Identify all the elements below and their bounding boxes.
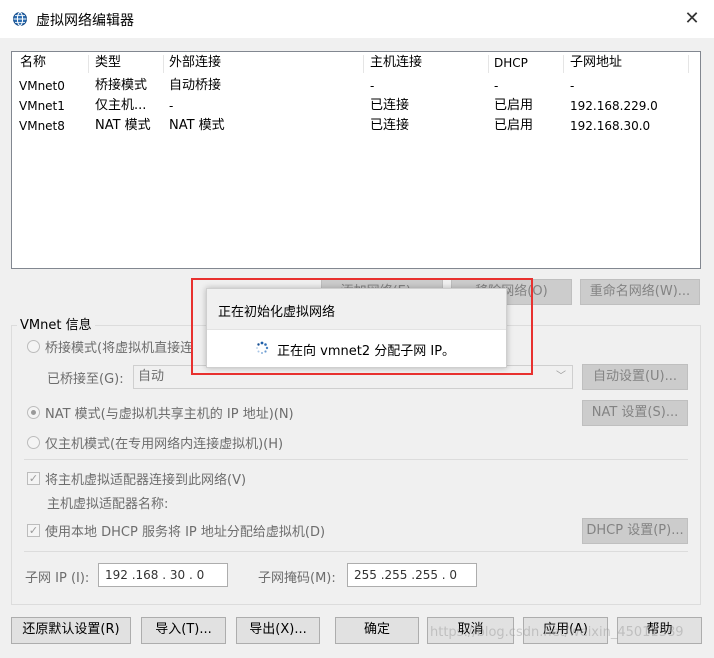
nat-label: NAT 模式(与虚拟机共享主机的 IP 地址)(N) — [45, 407, 294, 422]
chevron-down-icon: ﹀ — [556, 371, 566, 382]
dhcp-label: 使用本地 DHCP 服务将 IP 地址分配给虚拟机(D) — [45, 525, 326, 540]
rename-network-button[interactable]: 重命名网络(W)... — [580, 279, 700, 305]
cell-dhcp: 已启用 — [494, 98, 534, 113]
highlight-box — [191, 278, 533, 375]
globe-icon — [13, 12, 27, 26]
ok-button[interactable]: 确定 — [335, 617, 419, 644]
cell-type: 仅主机... — [95, 98, 147, 113]
dhcp-checkbox[interactable]: ✓ — [27, 524, 40, 537]
hostonly-label: 仅主机模式(在专用网络内连接虚拟机)(H) — [45, 437, 284, 452]
cell-type: NAT 模式 — [95, 118, 151, 133]
connect-adapter-checkbox[interactable]: ✓ — [27, 472, 40, 485]
cell-external: NAT 模式 — [169, 118, 225, 133]
cell-external: 自动桥接 — [169, 78, 222, 93]
bridged-label: 桥接模式(将虚拟机直接连 — [45, 341, 194, 356]
network-table[interactable]: 名称 类型 外部连接 主机连接 DHCP 子网地址 VMnet0 桥接模式 自动… — [11, 51, 701, 269]
connect-adapter-label: 将主机虚拟适配器连接到此网络(V) — [45, 473, 247, 488]
cell-type: 桥接模式 — [95, 78, 148, 93]
cell-dhcp: 已启用 — [494, 118, 534, 133]
cell-external: - — [169, 99, 174, 113]
cell-subnet: - — [570, 79, 575, 93]
cell-subnet: 192.168.229.0 — [570, 99, 658, 113]
column-header-host[interactable]: 主机连接 — [370, 52, 422, 74]
table-row[interactable]: VMnet1 仅主机... - 已连接 已启用 192.168.229.0 — [12, 96, 700, 116]
column-header-subnet[interactable]: 子网地址 — [570, 52, 622, 74]
close-icon[interactable]: ✕ — [680, 7, 704, 31]
nat-radio[interactable] — [27, 406, 40, 419]
cell-host: - — [370, 79, 375, 93]
cell-name: VMnet1 — [19, 99, 65, 113]
restore-defaults-button[interactable]: 还原默认设置(R) — [11, 617, 131, 644]
subnet-mask-label: 子网掩码(M): — [258, 571, 336, 586]
column-header-external[interactable]: 外部连接 — [169, 52, 221, 74]
bridged-to-label: 已桥接至(G): — [47, 372, 124, 387]
cell-dhcp: - — [494, 79, 499, 93]
bridged-radio[interactable] — [27, 340, 40, 353]
cell-subnet: 192.168.30.0 — [570, 119, 651, 133]
subnet-mask-input[interactable]: 255 .255 .255 . 0 — [347, 563, 477, 587]
title-bar: 虚拟网络编辑器 ✕ — [0, 0, 714, 38]
column-header-name[interactable]: 名称 — [20, 52, 46, 74]
cell-host: 已连接 — [370, 98, 410, 113]
subnet-ip-input[interactable]: 192 .168 . 30 . 0 — [98, 563, 228, 587]
export-button[interactable]: 导出(X)... — [236, 617, 320, 644]
nat-settings-button[interactable]: NAT 设置(S)... — [582, 400, 688, 426]
auto-settings-button[interactable]: 自动设置(U)... — [582, 364, 688, 390]
bridged-to-value: 自动 — [138, 369, 165, 384]
table-row[interactable]: VMnet0 桥接模式 自动桥接 - - - — [12, 76, 700, 96]
table-row[interactable]: VMnet8 NAT 模式 NAT 模式 已连接 已启用 192.168.30.… — [12, 116, 700, 136]
column-header-dhcp[interactable]: DHCP — [494, 52, 528, 74]
cell-host: 已连接 — [370, 118, 410, 133]
dhcp-settings-button[interactable]: DHCP 设置(P)... — [582, 518, 688, 544]
cell-name: VMnet8 — [19, 119, 65, 133]
column-header-type[interactable]: 类型 — [95, 52, 121, 74]
hostonly-radio[interactable] — [27, 436, 40, 449]
subnet-ip-label: 子网 IP (I): — [25, 571, 90, 586]
adapter-name-label: 主机虚拟适配器名称: — [47, 497, 169, 512]
import-button[interactable]: 导入(T)... — [141, 617, 226, 644]
vmnet-info-label: VMnet 信息 — [17, 314, 95, 333]
watermark-text: https://blog.csdn.net/weixin_45011389 — [430, 625, 684, 640]
window-title: 虚拟网络编辑器 — [36, 13, 134, 29]
cell-name: VMnet0 — [19, 79, 65, 93]
